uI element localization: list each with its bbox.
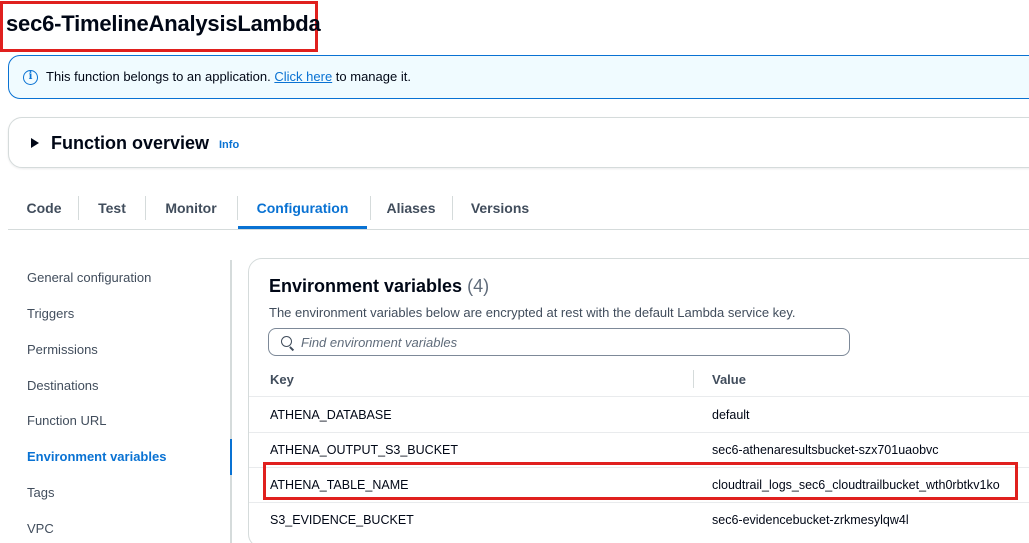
sidebar-item-tags[interactable]: Tags xyxy=(27,485,54,500)
banner-text-after: to manage it. xyxy=(332,69,411,84)
sidebar-item-general-configuration[interactable]: General configuration xyxy=(27,270,151,285)
configuration-side-nav: General configuration Triggers Permissio… xyxy=(0,260,232,543)
environment-variables-panel: Environment variables (4) The environmen… xyxy=(248,258,1029,543)
info-banner: i This function belongs to an applicatio… xyxy=(8,55,1029,99)
environment-variables-count: (4) xyxy=(467,276,490,296)
column-header-value: Value xyxy=(712,372,746,387)
search-icon xyxy=(281,336,292,347)
column-divider xyxy=(693,370,694,388)
sidebar-item-destinations[interactable]: Destinations xyxy=(27,378,99,393)
tab-divider xyxy=(145,196,146,220)
tab-code[interactable]: Code xyxy=(20,190,68,229)
tab-divider xyxy=(370,196,371,220)
side-nav-active-indicator xyxy=(230,439,232,475)
environment-variables-description: The environment variables below are encr… xyxy=(269,305,796,320)
table-row: ATHENA_TABLE_NAME cloudtrail_logs_sec6_c… xyxy=(249,468,1029,503)
manage-application-link[interactable]: Click here xyxy=(274,69,332,84)
function-overview-title[interactable]: Function overview xyxy=(51,133,209,154)
env-value: default xyxy=(712,408,750,422)
tab-aliases[interactable]: Aliases xyxy=(376,190,446,229)
column-header-key: Key xyxy=(270,372,294,387)
environment-variables-title: Environment variables (4) xyxy=(269,276,489,297)
env-key: ATHENA_DATABASE xyxy=(270,408,392,422)
function-overview-info-link[interactable]: Info xyxy=(219,139,239,151)
env-key: ATHENA_OUTPUT_S3_BUCKET xyxy=(270,443,459,457)
function-overview-panel[interactable]: Function overview Info xyxy=(8,117,1029,168)
caret-right-icon[interactable] xyxy=(31,138,39,148)
env-key: ATHENA_TABLE_NAME xyxy=(270,478,409,492)
sidebar-item-environment-variables[interactable]: Environment variables xyxy=(27,449,166,464)
sidebar-item-vpc[interactable]: VPC xyxy=(27,521,54,536)
table-row: S3_EVIDENCE_BUCKET sec6-evidencebucket-z… xyxy=(249,503,1029,538)
tab-divider xyxy=(78,196,79,220)
tab-versions[interactable]: Versions xyxy=(460,190,540,229)
table-row: ATHENA_OUTPUT_S3_BUCKET sec6-athenaresul… xyxy=(249,433,1029,468)
page-title: sec6-TimelineAnalysisLambda xyxy=(6,11,321,36)
function-tabs: Code Test Monitor Configuration Aliases … xyxy=(8,190,1029,230)
table-row: ATHENA_DATABASE default xyxy=(249,398,1029,433)
tab-test[interactable]: Test xyxy=(88,190,136,229)
tab-monitor[interactable]: Monitor xyxy=(154,190,228,229)
env-key: S3_EVIDENCE_BUCKET xyxy=(270,513,414,527)
tab-divider xyxy=(452,196,453,220)
tab-configuration[interactable]: Configuration xyxy=(238,190,367,229)
env-table-header: Key Value xyxy=(249,359,1029,397)
sidebar-item-permissions[interactable]: Permissions xyxy=(27,342,98,357)
env-value: sec6-evidencebucket-zrkmesylqw4l xyxy=(712,513,909,527)
info-icon: i xyxy=(23,70,38,85)
banner-text: This function belongs to an application.… xyxy=(46,69,411,84)
env-value: cloudtrail_logs_sec6_cloudtrailbucket_wt… xyxy=(712,478,1000,492)
side-nav-divider xyxy=(230,260,232,543)
banner-text-before: This function belongs to an application. xyxy=(46,69,275,84)
sidebar-item-function-url[interactable]: Function URL xyxy=(27,413,106,428)
env-value: sec6-athenaresultsbucket-szx701uaobvc xyxy=(712,443,939,457)
env-search-box[interactable] xyxy=(268,328,850,356)
env-search-input[interactable] xyxy=(301,333,841,351)
environment-variables-heading: Environment variables xyxy=(269,276,463,296)
sidebar-item-triggers[interactable]: Triggers xyxy=(27,306,74,321)
